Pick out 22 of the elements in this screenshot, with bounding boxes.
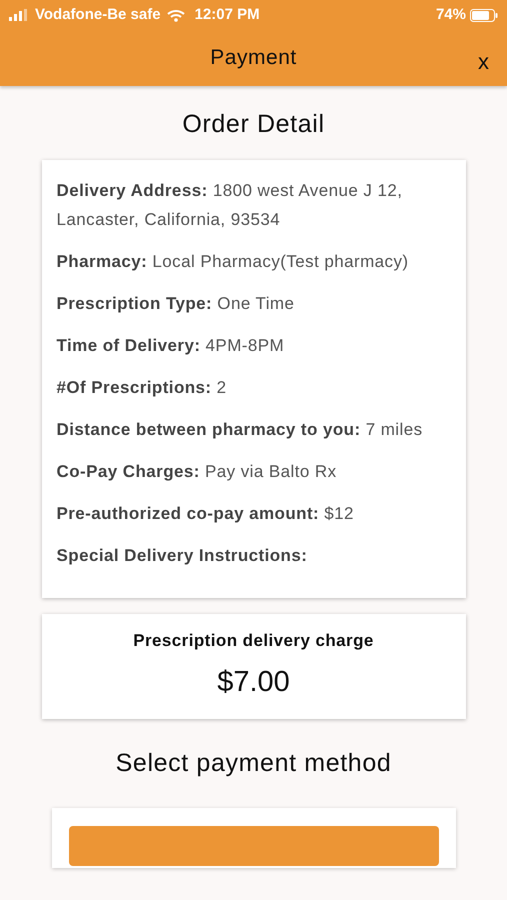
detail-row-text: Distance between pharmacy to you: 7 miles	[56, 418, 424, 440]
battery-percent: 74%	[436, 4, 466, 25]
detail-row-text: Time of Delivery: 4PM-8PM	[56, 334, 286, 356]
battery-icon	[470, 8, 498, 22]
detail-row-text: Delivery Address: 1800 west Avenue J 12, Lancaster, California, 93534	[56, 180, 404, 230]
signal-icon	[9, 9, 29, 21]
page-title: Payment	[210, 45, 297, 72]
detail-row-text: #Of Prescriptions: 2	[56, 376, 228, 398]
charge-amount: $7.00	[217, 665, 290, 700]
detail-row-text: Prescription Type: One Time	[56, 292, 296, 314]
payment-button[interactable]	[68, 826, 438, 866]
wifi-icon	[166, 8, 185, 22]
section-heading: Select payment method	[116, 748, 392, 778]
carrier-name: Vodafone-Be safe	[35, 4, 161, 25]
close-button[interactable]: x	[476, 45, 491, 78]
detail-row-text: Pre-authorized co-pay amount: $12	[56, 502, 355, 524]
charge-label: Prescription delivery charge	[133, 630, 374, 652]
section-heading: Order Detail	[182, 109, 325, 140]
detail-row-text: Co-Pay Charges: Pay via Balto Rx	[56, 460, 338, 483]
detail-row-text: Pharmacy: Local Pharmacy(Test pharmacy)	[56, 250, 410, 272]
detail-row-text: Special Delivery Instructions:	[56, 544, 308, 566]
clock-time: 12:07 PM	[194, 4, 260, 25]
